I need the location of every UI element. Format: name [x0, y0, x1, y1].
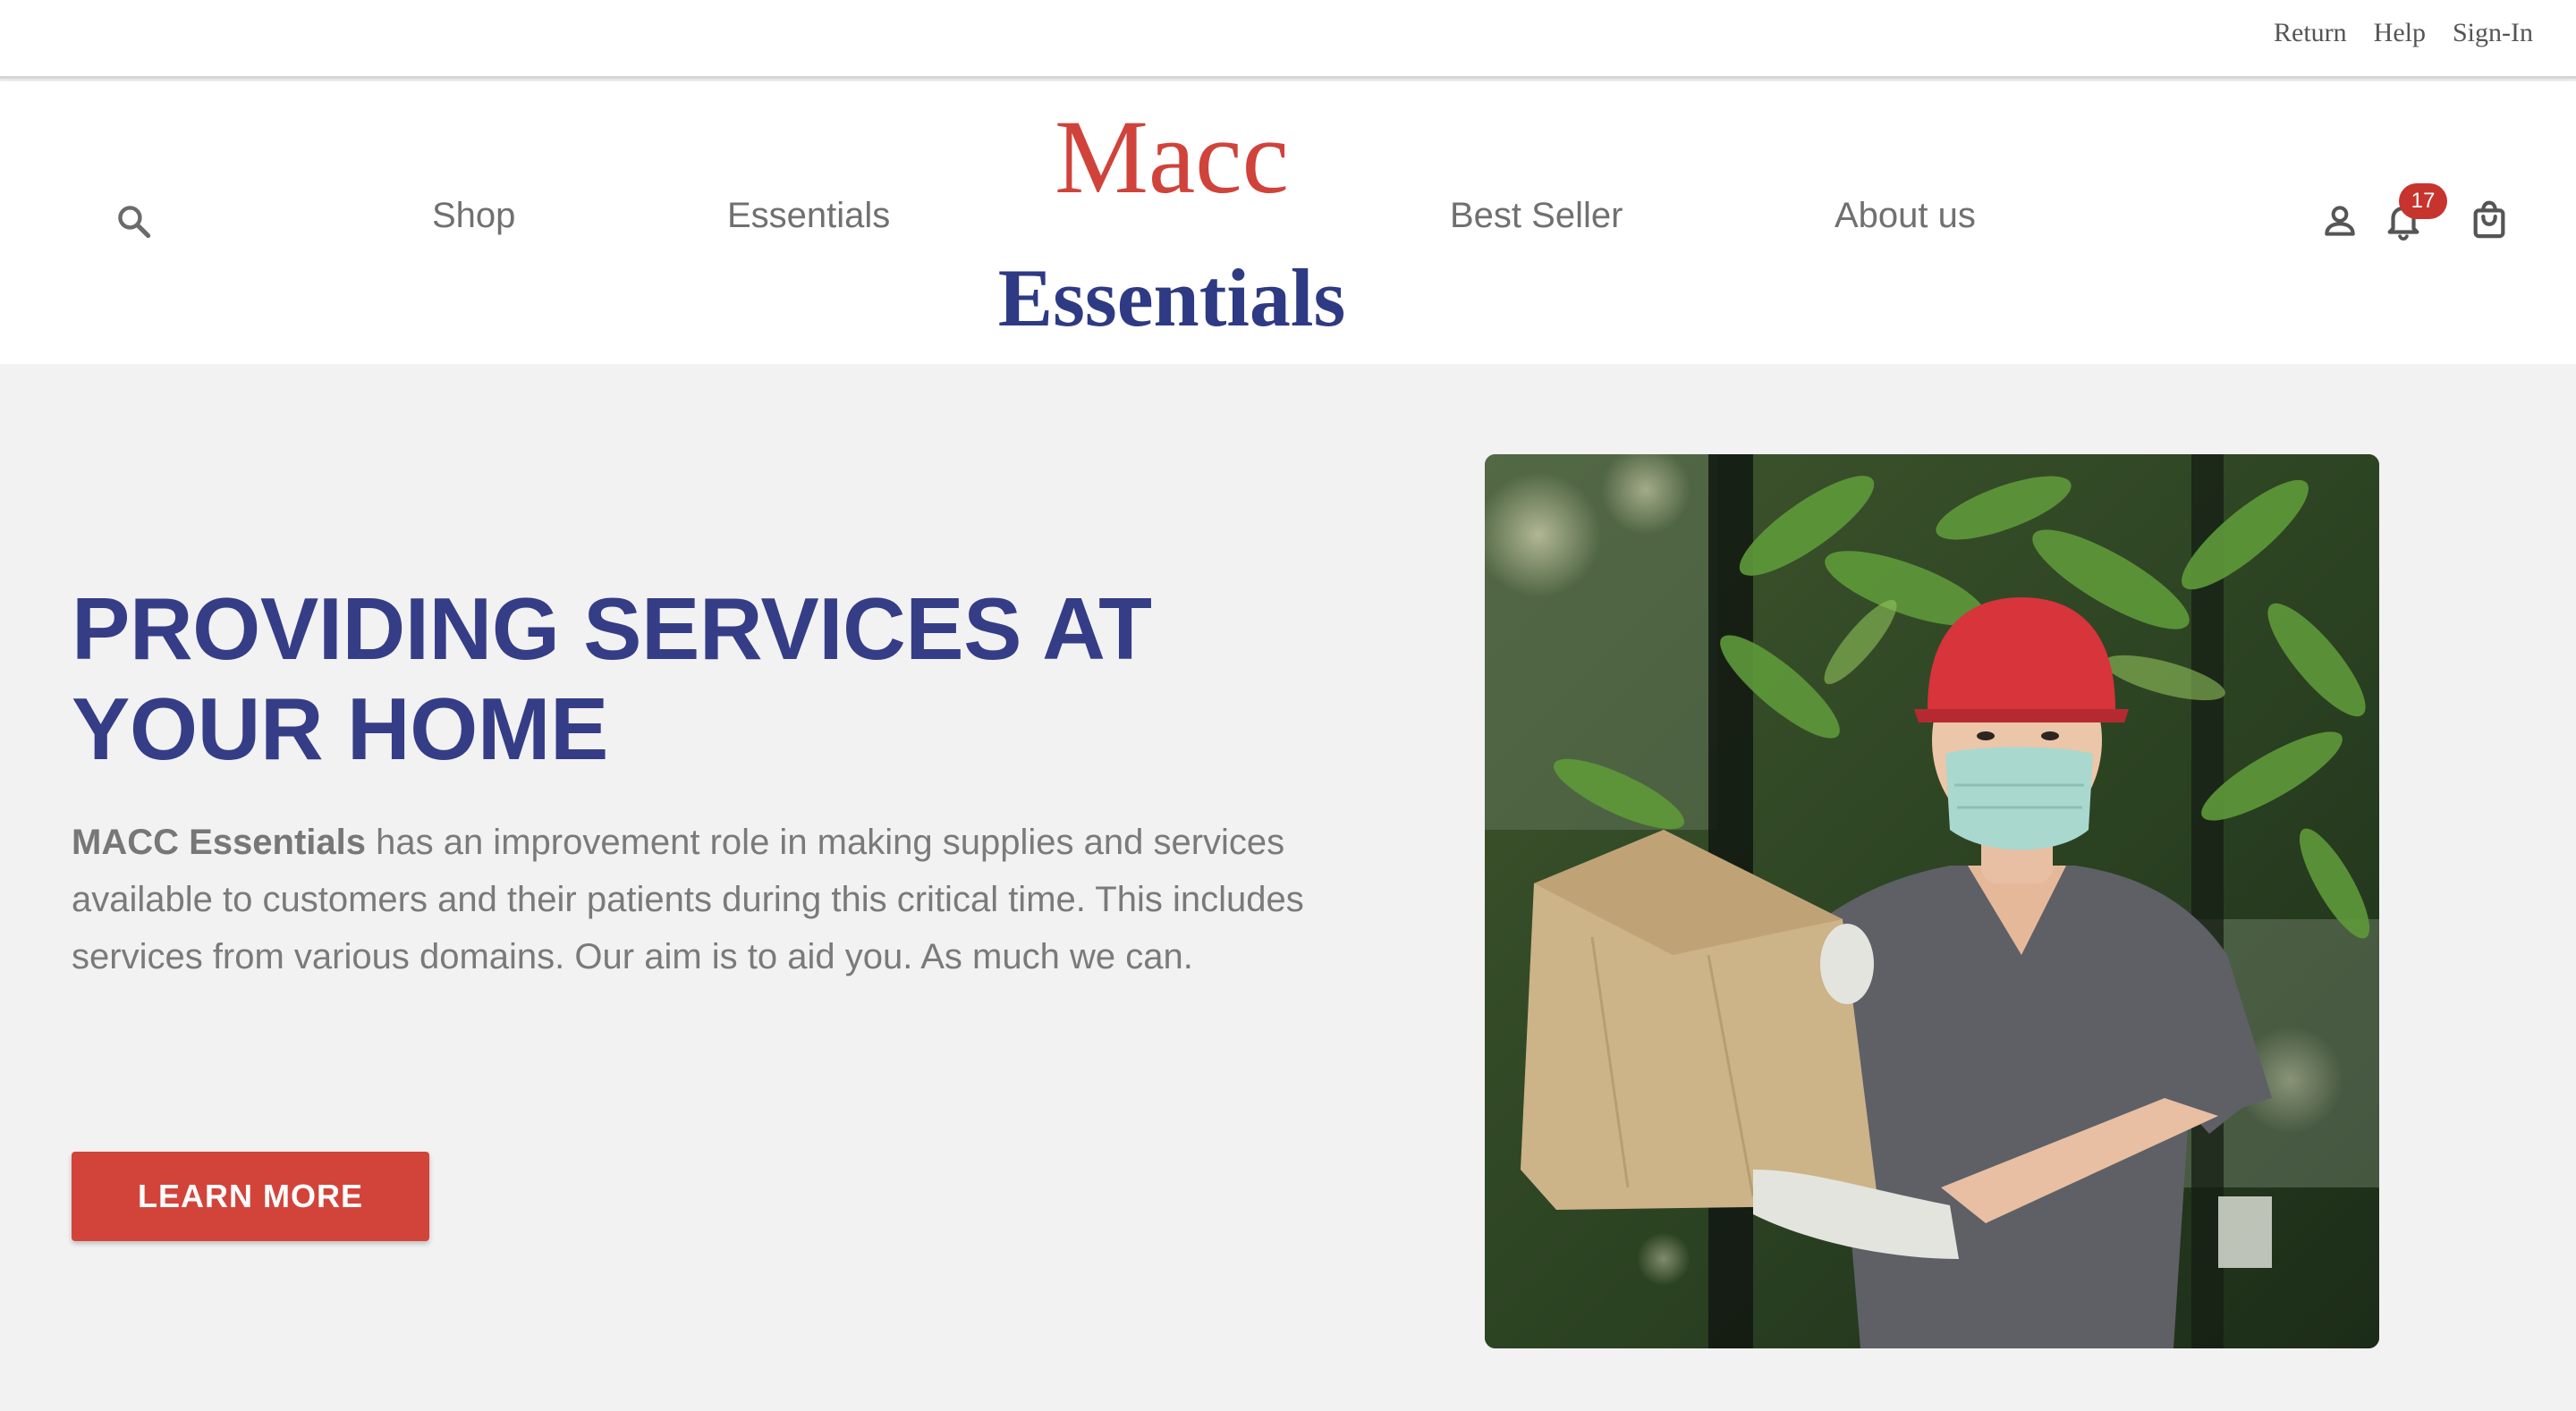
hero-section: PROVIDING SERVICES AT YOUR HOME MACC Ess… — [0, 364, 2576, 1411]
utility-links: Return Help Sign-In — [2274, 18, 2533, 48]
search-icon[interactable] — [114, 202, 154, 241]
site-logo[interactable]: Macc Essentials — [984, 104, 1360, 347]
learn-more-button[interactable]: LEARN MORE — [72, 1152, 429, 1241]
logo-line-essentials: Essentials — [997, 252, 1346, 343]
sign-in-link[interactable]: Sign-In — [2453, 18, 2533, 48]
hero-image — [1485, 454, 2379, 1348]
nav-essentials[interactable]: Essentials — [727, 198, 890, 233]
hero-description: MACC Essentials has an improvement role … — [72, 814, 1315, 985]
user-icon[interactable] — [2320, 201, 2360, 241]
shopping-bag-icon[interactable] — [2469, 198, 2510, 241]
nav-shop[interactable]: Shop — [432, 198, 515, 233]
hero-brand-name: MACC Essentials — [72, 823, 366, 862]
return-link[interactable]: Return — [2274, 18, 2347, 48]
nav-best-seller[interactable]: Best Seller — [1450, 198, 1623, 233]
nav-about-us[interactable]: About us — [1835, 198, 1976, 233]
hero-title: PROVIDING SERVICES AT YOUR HOME — [72, 579, 1152, 778]
utility-bar: Return Help Sign-In — [0, 0, 2576, 79]
help-link[interactable]: Help — [2374, 18, 2426, 48]
logo-line-macc: Macc — [1054, 98, 1290, 215]
main-header: Shop Essentials Macc Essentials Best Sel… — [0, 81, 2576, 364]
notification-count-badge: 17 — [2399, 183, 2447, 219]
